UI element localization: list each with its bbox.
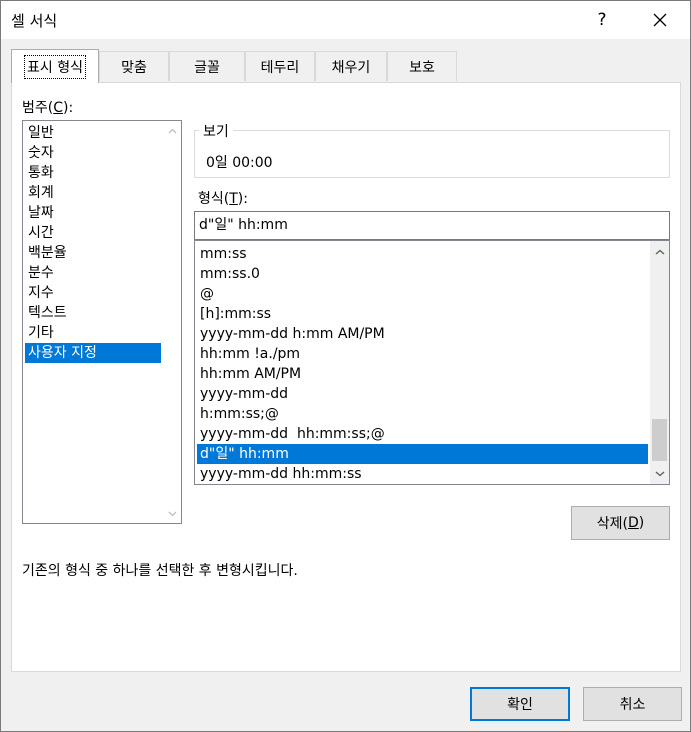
tab-alignment-label: 맞춤	[121, 59, 147, 76]
category-scrollbar[interactable]	[163, 121, 181, 523]
format-label: 형식(T):	[198, 191, 248, 207]
category-item-date[interactable]: 날짜	[25, 203, 161, 223]
chevron-down-icon	[655, 470, 664, 476]
tab-fill[interactable]: 채우기	[315, 51, 387, 81]
category-item-time[interactable]: 시간	[25, 223, 161, 243]
format-scroll-down[interactable]	[650, 465, 669, 482]
format-item[interactable]: mm:ss	[197, 244, 648, 264]
format-item[interactable]: yyyy-mm-dd hh:mm:ss;@	[197, 424, 648, 444]
format-scroll-thumb[interactable]	[652, 419, 667, 461]
format-item[interactable]: yyyy-mm-dd h:mm AM/PM	[197, 324, 648, 344]
cancel-button[interactable]: 취소	[583, 687, 682, 721]
sample-label: 보기	[199, 121, 233, 141]
format-item[interactable]: yyyy-mm-dd	[197, 384, 648, 404]
chevron-up-icon	[168, 128, 177, 133]
help-button[interactable]: ?	[579, 1, 625, 39]
tab-border[interactable]: 테두리	[245, 51, 315, 81]
format-list[interactable]: mm:ss mm:ss.0 @ [h]:mm:ss yyyy-mm-dd h:m…	[194, 240, 670, 485]
description-text: 기존의 형식 중 하나를 선택한 후 변형시킵니다.	[22, 563, 298, 579]
format-item[interactable]: mm:ss.0	[197, 264, 648, 284]
format-cells-dialog: 셀 서식 ? 표시 형식 맞춤 글꼴 테두리 채우기 보호 범주(C): 일반 …	[0, 0, 691, 732]
format-item[interactable]: hh:mm AM/PM	[197, 364, 648, 384]
category-item-accounting[interactable]: 회계	[25, 183, 161, 203]
title-bar: 셀 서식 ?	[1, 1, 690, 39]
format-item[interactable]: yyyy-mm-dd hh:mm:ss	[197, 464, 648, 484]
category-item-custom[interactable]: 사용자 지정	[25, 343, 161, 363]
dialog-title: 셀 서식	[11, 12, 58, 30]
category-item-fraction[interactable]: 분수	[25, 263, 161, 283]
sample-value: 0일 00:00	[206, 155, 273, 171]
category-scroll-up[interactable]	[163, 122, 182, 139]
category-item-currency[interactable]: 통화	[25, 163, 161, 183]
tab-alignment[interactable]: 맞춤	[99, 51, 169, 81]
tab-fill-label: 채우기	[331, 59, 371, 76]
delete-button[interactable]: 삭제(D)	[571, 506, 670, 540]
ok-button[interactable]: 확인	[470, 687, 570, 721]
close-button[interactable]	[637, 1, 683, 39]
tab-protection-label: 보호	[409, 59, 435, 76]
tab-font-label: 글꼴	[194, 59, 220, 76]
tab-number-label: 표시 형식	[24, 54, 86, 79]
category-label: 범주(C):	[22, 100, 74, 116]
tab-protection[interactable]: 보호	[387, 51, 457, 81]
close-icon	[653, 13, 667, 27]
category-item-text[interactable]: 텍스트	[25, 303, 161, 323]
tab-border-label: 테두리	[260, 59, 300, 76]
format-item[interactable]: @	[197, 284, 648, 304]
category-scroll-down[interactable]	[163, 505, 182, 522]
format-scroll-up[interactable]	[650, 243, 669, 260]
category-item-scientific[interactable]: 지수	[25, 283, 161, 303]
chevron-up-icon	[655, 249, 664, 255]
format-item[interactable]: [h]:mm:ss	[197, 304, 648, 324]
tab-number[interactable]: 표시 형식	[11, 49, 99, 83]
category-list[interactable]: 일반 숫자 통화 회계 날짜 시간 백분율 분수 지수 텍스트 기타 사용자 지…	[22, 120, 182, 524]
format-scrollbar[interactable]	[650, 241, 669, 484]
category-item-number[interactable]: 숫자	[25, 143, 161, 163]
format-item[interactable]: h:mm:ss;@	[197, 404, 648, 424]
tab-font[interactable]: 글꼴	[169, 51, 245, 81]
chevron-down-icon	[168, 511, 177, 516]
format-item-selected[interactable]: d"일" hh:mm	[197, 444, 648, 464]
format-input[interactable]: d"일" hh:mm	[194, 211, 670, 240]
category-item-general[interactable]: 일반	[25, 123, 161, 143]
category-item-percentage[interactable]: 백분율	[25, 243, 161, 263]
format-item[interactable]: hh:mm !a./pm	[197, 344, 648, 364]
category-item-special[interactable]: 기타	[25, 323, 161, 343]
